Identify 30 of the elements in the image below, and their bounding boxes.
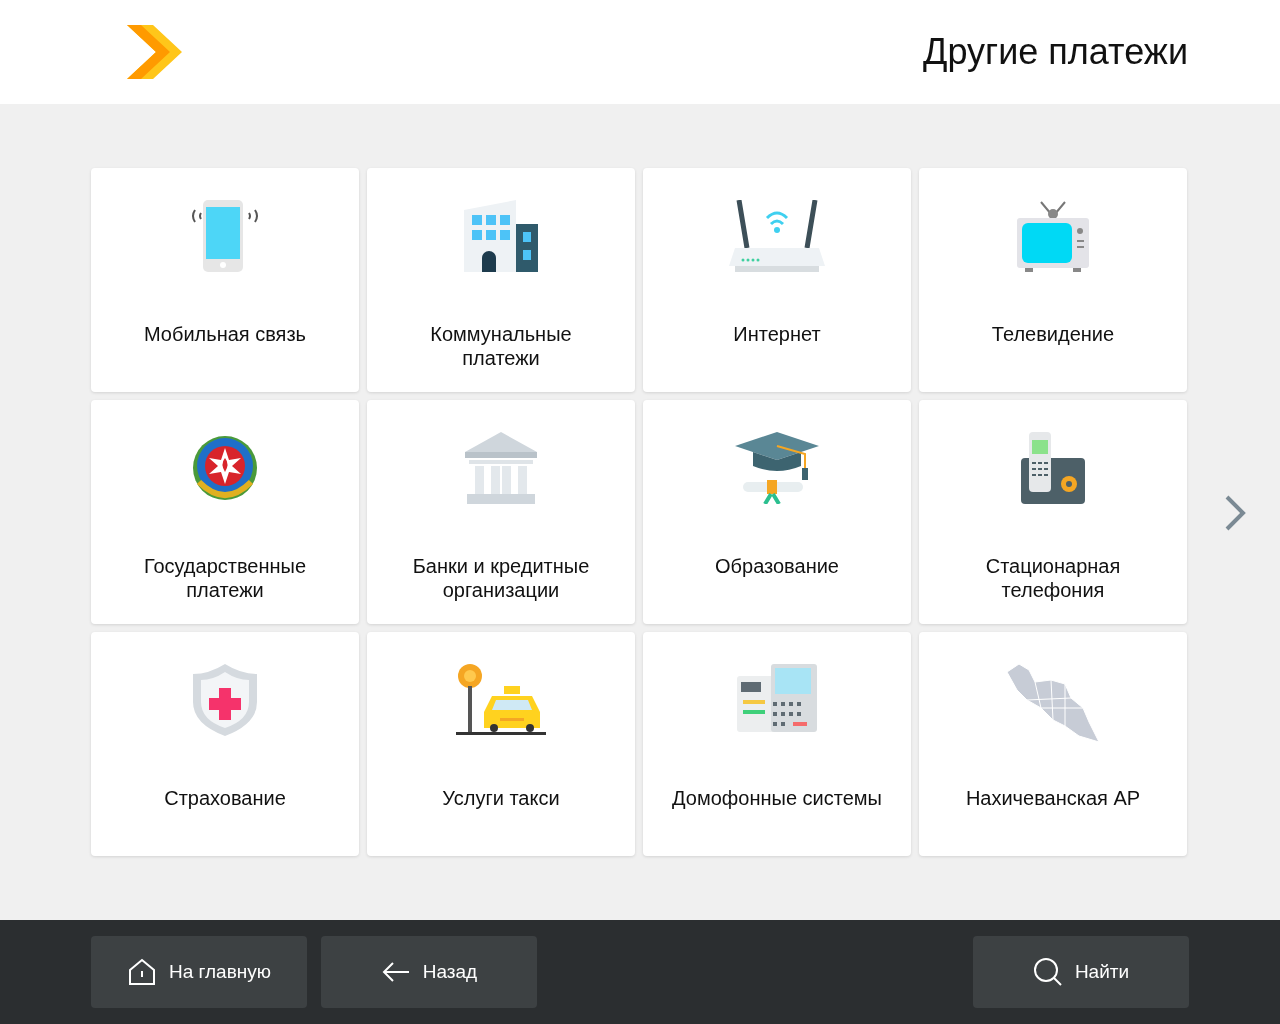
building-icon (464, 200, 538, 272)
home-icon (126, 957, 157, 987)
category-tile[interactable]: Стационарная телефония (919, 400, 1187, 624)
shield-icon (193, 664, 257, 736)
bank-icon (465, 432, 537, 504)
chevron-logo (127, 25, 182, 79)
category-tile[interactable]: Мобильная связь (91, 168, 359, 392)
category-tile[interactable]: Телевидение (919, 168, 1187, 392)
footer-button[interactable]: Найти (973, 936, 1189, 1008)
category-tile[interactable]: Образование (643, 400, 911, 624)
next-page-button[interactable] (1223, 493, 1247, 533)
region-map-icon (1007, 664, 1099, 744)
category-tile[interactable]: Государственные платежи (91, 400, 359, 624)
footer-button[interactable]: На главную (91, 936, 307, 1008)
desk-phone-icon (1021, 432, 1085, 504)
category-tile[interactable]: Коммунальные платежи (367, 168, 635, 392)
category-tile[interactable]: Страхование (91, 632, 359, 856)
search-icon (1032, 957, 1063, 987)
page-title: Другие платежи (923, 30, 1188, 74)
category-tile[interactable]: Услуги такси (367, 632, 635, 856)
category-tile[interactable]: Домофонные системы (643, 632, 911, 856)
footer-button[interactable]: Назад (321, 936, 537, 1008)
category-tile[interactable]: Нахичеванская АР (919, 632, 1187, 856)
category-tile[interactable]: Интернет (643, 168, 911, 392)
television-icon (1017, 200, 1089, 272)
category-tile[interactable]: Банки и кредитные организации (367, 400, 635, 624)
graduation-cap-icon (735, 432, 819, 504)
router-icon (729, 200, 825, 272)
chevron-right-icon (1224, 494, 1246, 532)
taxi-icon (456, 664, 546, 736)
